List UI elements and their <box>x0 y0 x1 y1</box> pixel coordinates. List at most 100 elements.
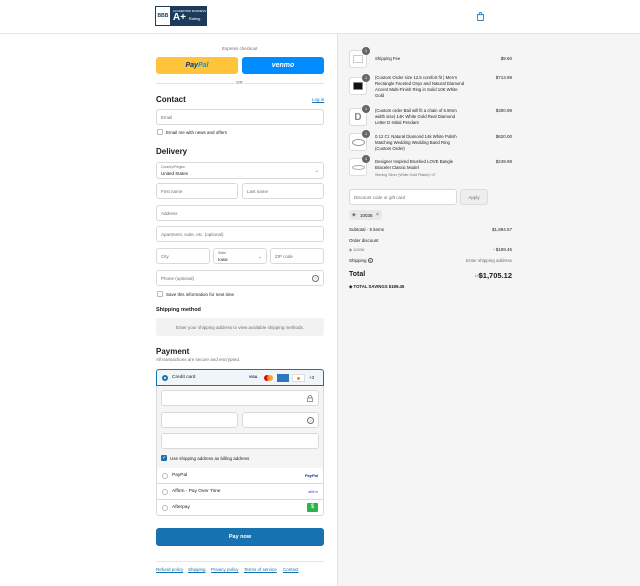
discount-code-placeholder: Discount code or gift card <box>354 195 406 200</box>
total-savings-label: TOTAL SAVINGS <box>353 284 388 289</box>
last-name-placeholder: Last name <box>247 189 269 194</box>
terms-of-service-link[interactable]: Terms of service <box>244 567 277 572</box>
email-field[interactable]: Email <box>156 109 324 125</box>
discount-tag: ◈ 10036 × <box>349 210 382 220</box>
venmo-logo: venmo <box>271 62 295 69</box>
product-thumbnail: 1 <box>349 74 370 95</box>
first-name-placeholder: First name <box>161 189 183 194</box>
affirm-logo: affirm <box>308 489 318 494</box>
product-price: $249.99 <box>495 159 512 164</box>
zip-field[interactable]: ZIP code <box>270 248 324 264</box>
product-name: Shipping Fee <box>375 56 401 61</box>
chevron-down-icon: ⌄ <box>257 254 262 260</box>
delivery-heading: Delivery <box>156 147 188 156</box>
venmo-button[interactable]: venmo <box>242 57 324 74</box>
country-select[interactable]: Country/Region United States ⌄ <box>156 162 324 179</box>
privacy-policy-link[interactable]: Privacy policy <box>211 567 239 572</box>
security-code-field[interactable]: ? <box>242 412 319 428</box>
state-value: Iowa <box>218 257 228 262</box>
quantity-badge: 1 <box>362 130 370 138</box>
shopping-bag-icon[interactable] <box>476 12 485 21</box>
discount-code-field[interactable]: Discount code or gift card <box>349 189 457 205</box>
discount-tag-code: 10036 <box>360 212 373 218</box>
state-select[interactable]: State Iowa ⌄ <box>213 248 267 264</box>
credit-card-option[interactable]: Credit card VISA +3 <box>156 369 324 386</box>
credit-card-radio[interactable] <box>162 375 168 381</box>
lock-icon <box>307 395 313 402</box>
mastercard-icon <box>264 375 273 381</box>
paypal-radio[interactable] <box>162 473 168 479</box>
product-price: $713.99 <box>495 75 512 80</box>
order-discount-code-text: 10036 <box>353 247 365 252</box>
paypal-option-label: PayPal <box>172 473 188 478</box>
help-icon[interactable]: ? <box>307 417 314 424</box>
paypal-button[interactable]: Pay Pal <box>156 57 238 74</box>
paypal-logo-pay: Pay <box>185 62 198 69</box>
expiry-field[interactable] <box>161 412 238 428</box>
product-name: (Custom order Bail will fit a chain of 6… <box>375 108 457 125</box>
apartment-placeholder: Apartment, suite, etc. (optional) <box>161 232 224 237</box>
order-discount-code: ◈ 10036 <box>349 247 364 252</box>
shipping-summary-label-text: Shipping <box>349 258 367 263</box>
login-link[interactable]: Log in <box>312 97 324 102</box>
help-icon[interactable]: ? <box>312 275 319 282</box>
or-divider-text: OR <box>234 80 245 85</box>
pay-now-label: Pay now <box>228 534 252 540</box>
order-discount-label: Order discount <box>349 238 379 243</box>
billing-checkbox[interactable]: ✓ <box>161 455 167 461</box>
tag-icon: ◈ <box>352 212 356 218</box>
contact-heading: Contact <box>156 95 186 104</box>
country-label: Country/Region <box>161 165 186 169</box>
product-thumbnail: 1 <box>349 155 370 176</box>
billing-label: Use shipping address as billing address <box>170 456 250 461</box>
bbb-rating-text: Rating <box>188 15 201 21</box>
shipping-summary-label: Shipping ? <box>349 258 373 264</box>
apply-label: Apply <box>468 194 480 200</box>
apartment-field[interactable]: Apartment, suite, etc. (optional) <box>156 226 324 242</box>
pay-now-button[interactable]: Pay now <box>156 528 324 546</box>
affirm-option[interactable]: Affirm - Pay Over Time affirm <box>156 484 324 500</box>
footer-divider <box>156 561 324 562</box>
total-value: $1,705.12 <box>478 271 512 280</box>
phone-field[interactable]: Phone (optional) ? <box>156 270 324 286</box>
news-checkbox[interactable] <box>157 129 163 135</box>
refund-policy-link[interactable]: Refund policy <box>156 567 183 572</box>
header: BBB ACCREDITED BUSINESS A+ Rating <box>0 0 640 34</box>
savings-tag-icon: ◈ <box>349 284 353 289</box>
save-info-checkbox[interactable] <box>157 291 163 297</box>
card-number-field[interactable] <box>161 390 319 406</box>
affirm-radio[interactable] <box>162 489 168 495</box>
afterpay-radio[interactable] <box>162 505 168 511</box>
shipping-link[interactable]: Shipping <box>188 567 206 572</box>
last-name-field[interactable]: Last name <box>242 183 324 199</box>
product-name: 0.12 Ct. Natural Diamond 14k White Polis… <box>375 134 457 151</box>
credit-card-label: Credit card <box>172 375 196 380</box>
paypal-logo: PayPal <box>304 473 318 478</box>
product-price: $300.99 <box>495 108 512 113</box>
city-field[interactable]: City <box>156 248 210 264</box>
bbb-logo[interactable]: BBB ACCREDITED BUSINESS A+ Rating <box>155 6 207 26</box>
product-thumbnail: 1 <box>349 130 370 151</box>
address-field[interactable]: Address <box>156 205 324 221</box>
close-icon[interactable]: × <box>376 212 379 218</box>
shipping-method-notice: Enter your shipping address to view avai… <box>156 318 324 336</box>
first-name-field[interactable]: First name <box>156 183 238 199</box>
total-savings-value: $189.45 <box>388 284 405 289</box>
order-discount-value: - $189.45 <box>492 247 512 252</box>
contact-link[interactable]: Contact <box>283 567 299 572</box>
news-label: Email me with news and offers <box>166 130 227 135</box>
product-thumbnail: D 1 <box>349 105 370 126</box>
tag-icon: ◈ <box>349 247 353 252</box>
info-icon[interactable]: ? <box>367 258 373 264</box>
chevron-down-icon: ⌄ <box>314 168 319 174</box>
save-info-label: Save this information for next time <box>166 292 235 297</box>
phone-placeholder: Phone (optional) <box>161 276 195 281</box>
state-label: State <box>218 251 227 255</box>
afterpay-option[interactable]: Afterpay $ <box>156 500 324 516</box>
paypal-option[interactable]: PayPal PayPal <box>156 468 324 484</box>
visa-icon: VISA <box>249 375 258 379</box>
affirm-option-label: Affirm - Pay Over Time <box>172 489 221 494</box>
shipping-summary-value: Enter shipping address <box>465 258 512 263</box>
name-on-card-field[interactable] <box>161 433 319 449</box>
apply-button[interactable]: Apply <box>460 189 488 205</box>
